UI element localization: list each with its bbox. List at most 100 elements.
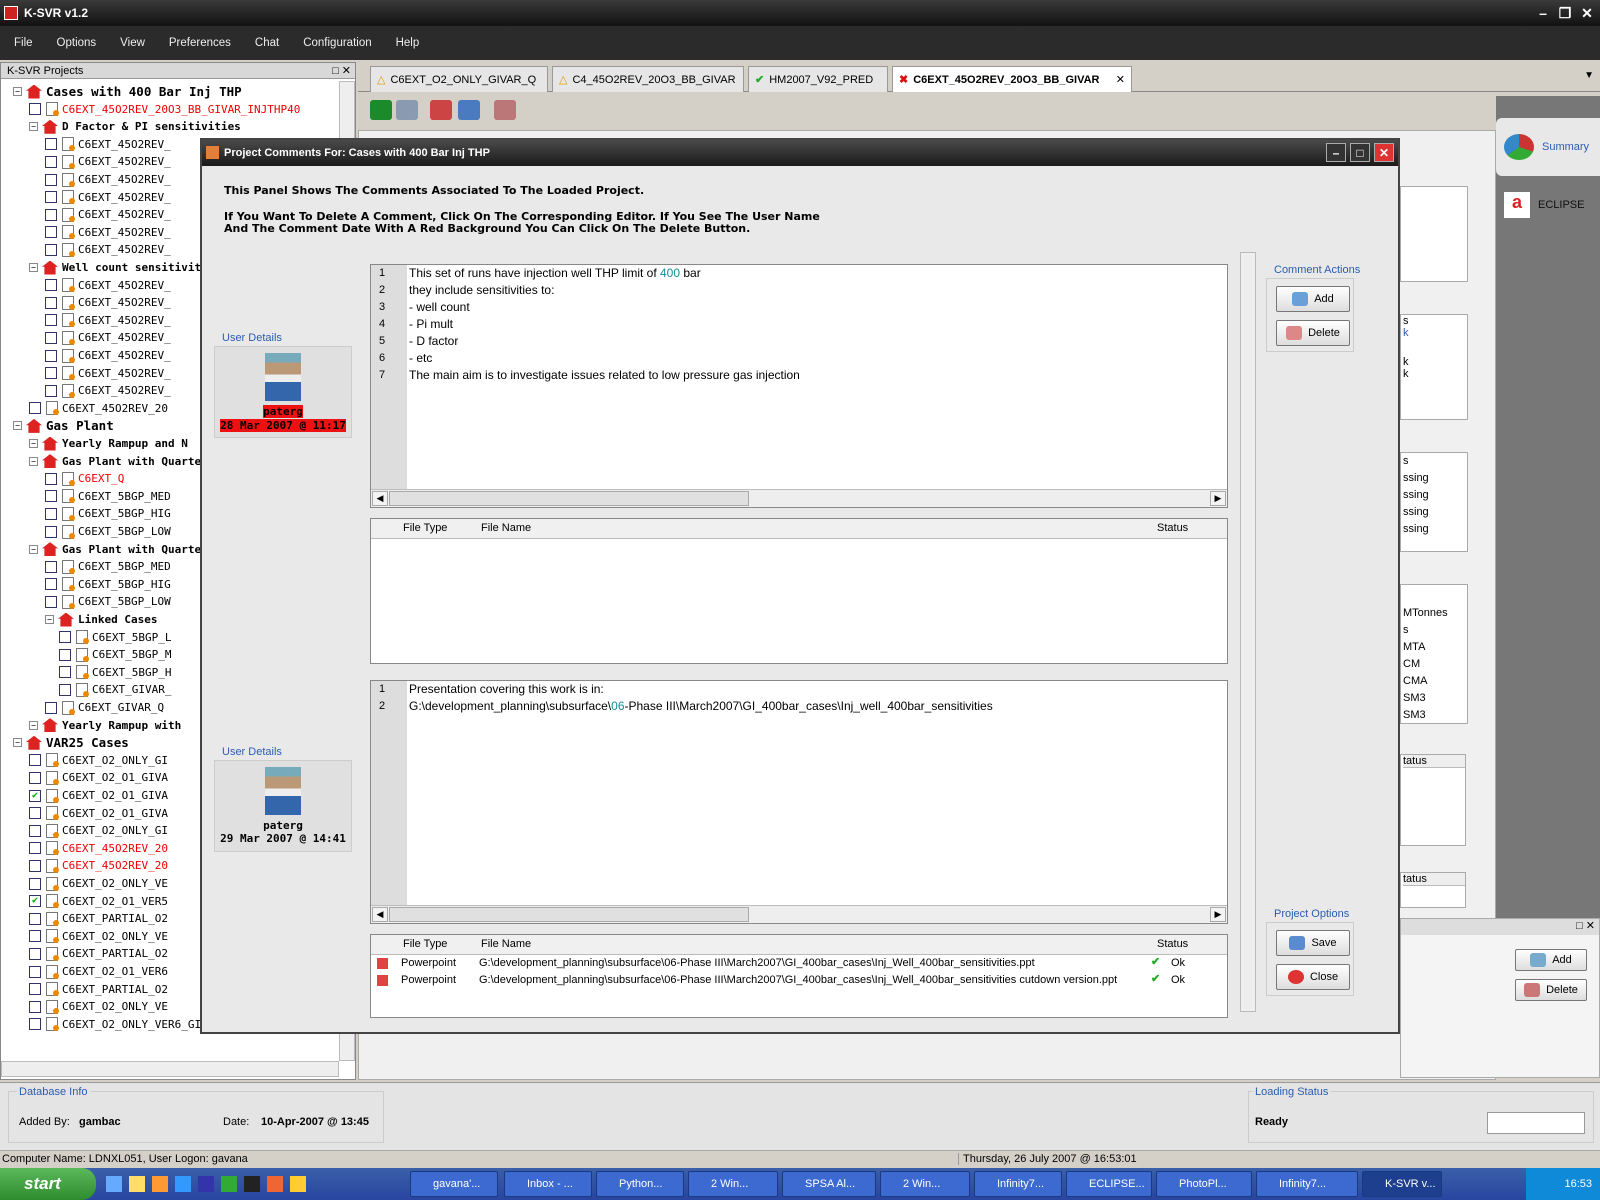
tree-item[interactable]: C6EXT_45O2REV_: [45, 206, 171, 223]
tree-group[interactable]: − D Factor & PI sensitivities: [29, 118, 241, 135]
tree-item[interactable]: C6EXT_5BGP_MED: [45, 558, 171, 575]
tree-item[interactable]: C6EXT_5BGP_HIG: [45, 576, 171, 593]
taskbar-button[interactable]: Infinity7...: [1256, 1171, 1358, 1197]
menu-file[interactable]: File: [14, 37, 33, 49]
taskbar-button[interactable]: Python...: [596, 1171, 684, 1197]
collapse-icon[interactable]: −: [13, 738, 22, 748]
tree-item[interactable]: C6EXT_O2_ONLY_VE: [29, 928, 168, 945]
tree-item[interactable]: C6EXT_45O2REV_: [45, 347, 171, 364]
tree-checkbox[interactable]: [29, 947, 41, 960]
comment-editor-1[interactable]: 1234567 This set of runs have injection …: [370, 264, 1228, 508]
tree-item[interactable]: C6EXT_45O2REV_20: [29, 840, 168, 857]
scroll-right-arrow[interactable]: ▶: [1210, 491, 1226, 506]
tree-group[interactable]: − Yearly Rampup and N: [29, 435, 188, 452]
tree-item[interactable]: C6EXT_PARTIAL_O2: [29, 910, 168, 927]
tree-group[interactable]: − Gas Plant: [13, 417, 114, 434]
table-row[interactable]: Powerpoint G:\development_planning\subsu…: [371, 972, 1227, 989]
tree-checkbox[interactable]: [45, 525, 57, 538]
tree-checkbox[interactable]: [29, 1018, 41, 1031]
tree-item[interactable]: C6EXT_O2_ONLY_GI: [29, 822, 168, 839]
side-delete-button[interactable]: Delete: [1515, 979, 1587, 1001]
tree-item[interactable]: C6EXT_O2_ONLY_GI: [29, 752, 168, 769]
tree-horizontal-scrollbar[interactable]: [1, 1061, 339, 1077]
taskbar-button[interactable]: Inbox - ...: [504, 1171, 592, 1197]
tree-item[interactable]: C6EXT_45O2REV_: [45, 171, 171, 188]
tree-checkbox[interactable]: [45, 560, 57, 573]
menu-configuration[interactable]: Configuration: [303, 37, 371, 49]
tree-item[interactable]: C6EXT_5BGP_LOW: [45, 523, 171, 540]
start-button[interactable]: start: [0, 1168, 96, 1200]
ie-icon[interactable]: [175, 1176, 191, 1192]
tree-checkbox[interactable]: [29, 807, 41, 820]
tree-checkbox[interactable]: [29, 1000, 41, 1013]
tree-checkbox[interactable]: ✔: [29, 789, 41, 802]
tree-item[interactable]: C6EXT_5BGP_HIG: [45, 505, 171, 522]
tree-item[interactable]: C6EXT_GIVAR_: [59, 681, 171, 698]
download-icon[interactable]: [370, 100, 392, 120]
tree-checkbox[interactable]: [29, 859, 41, 872]
menu-chat[interactable]: Chat: [255, 37, 279, 49]
tree-checkbox[interactable]: [45, 226, 57, 239]
tree-item[interactable]: C6EXT_45O2REV_: [45, 189, 171, 206]
tree-checkbox[interactable]: [45, 296, 57, 309]
collapse-icon[interactable]: −: [45, 615, 54, 624]
tree-item[interactable]: C6EXT_O2_ONLY_VE: [29, 875, 168, 892]
dialog-close-button[interactable]: ✕: [1374, 143, 1394, 162]
comment-user[interactable]: paterg: [263, 405, 303, 418]
tree-group[interactable]: − Well count sensitiviti: [29, 259, 208, 276]
tree-checkbox[interactable]: [45, 595, 57, 608]
nav-summary[interactable]: Summary: [1496, 118, 1600, 176]
settings-icon[interactable]: [494, 100, 516, 120]
word-icon[interactable]: [198, 1176, 214, 1192]
tree-item[interactable]: C6EXT_5BGP_MED: [45, 488, 171, 505]
menu-options[interactable]: Options: [57, 37, 97, 49]
close-dialog-button[interactable]: Close: [1276, 964, 1350, 990]
save-button[interactable]: Save: [1276, 930, 1350, 956]
collapse-icon[interactable]: −: [29, 263, 38, 272]
editor-horizontal-scrollbar[interactable]: ◀ ▶: [371, 905, 1227, 923]
tree-checkbox[interactable]: [45, 349, 57, 362]
tree-checkbox[interactable]: [45, 384, 57, 397]
collapse-icon[interactable]: −: [29, 544, 38, 554]
tree-checkbox[interactable]: [45, 314, 57, 327]
scroll-left-arrow[interactable]: ◀: [372, 491, 388, 506]
tree-checkbox[interactable]: [29, 771, 41, 784]
table-row[interactable]: Powerpoint G:\development_planning\subsu…: [371, 955, 1227, 972]
tree-checkbox[interactable]: [45, 472, 57, 485]
nav-eclipse[interactable]: a ECLIPSE: [1496, 176, 1600, 234]
tab-c6ext-45o2rev[interactable]: ✖ C6EXT_45O2REV_20O3_BB_GIVAR ✕: [892, 66, 1132, 92]
tree-checkbox[interactable]: [29, 877, 41, 890]
scroll-left-arrow[interactable]: ◀: [372, 907, 388, 922]
tree-item[interactable]: C6EXT_45O2REV_: [45, 365, 171, 382]
tree-group[interactable]: − Cases with 400 Bar Inj THP: [13, 83, 242, 100]
tab-c4-45o2rev[interactable]: △ C4_45O2REV_20O3_BB_GIVAR: [552, 66, 744, 92]
tree-item[interactable]: C6EXT_45O2REV_: [45, 277, 171, 294]
add-comment-button[interactable]: Add: [1276, 286, 1350, 312]
tree-checkbox[interactable]: [59, 648, 71, 661]
tree-checkbox[interactable]: [59, 631, 71, 644]
tree-checkbox[interactable]: [45, 367, 57, 380]
tree-group[interactable]: − VAR25 Cases: [13, 734, 129, 751]
taskbar-button[interactable]: K-SVR v...: [1362, 1171, 1442, 1197]
collapse-icon[interactable]: −: [29, 456, 38, 466]
tree-checkbox[interactable]: [29, 912, 41, 925]
tree-item[interactable]: C6EXT_5BGP_H: [59, 664, 171, 681]
tree-checkbox[interactable]: [29, 965, 41, 978]
tree-checkbox[interactable]: [45, 578, 57, 591]
tree-checkbox[interactable]: [29, 103, 41, 116]
tree-group[interactable]: − Linked Cases: [45, 611, 157, 628]
tree-checkbox[interactable]: [29, 402, 41, 415]
taskbar-button[interactable]: gavana'...: [410, 1171, 498, 1197]
tree-checkbox[interactable]: [45, 208, 57, 221]
tree-item[interactable]: C6EXT_GIVAR_Q: [45, 699, 164, 716]
tab-hm2007[interactable]: ✔ HM2007_V92_PRED: [748, 66, 888, 92]
tree-group[interactable]: − Gas Plant with Quarte: [29, 453, 201, 470]
tree-checkbox[interactable]: [29, 754, 41, 767]
tree-item[interactable]: C6EXT_O2_ONLY_VE: [29, 998, 168, 1015]
tree-item[interactable]: C6EXT_45O2REV_: [45, 382, 171, 399]
editor-horizontal-scrollbar[interactable]: ◀ ▶: [371, 489, 1227, 507]
powerpoint-icon[interactable]: [267, 1176, 283, 1192]
tree-item[interactable]: C6EXT_Q: [45, 470, 124, 487]
tree-checkbox[interactable]: [45, 191, 57, 204]
tree-item[interactable]: ✔ C6EXT_O2_O1_VER5: [29, 893, 168, 910]
